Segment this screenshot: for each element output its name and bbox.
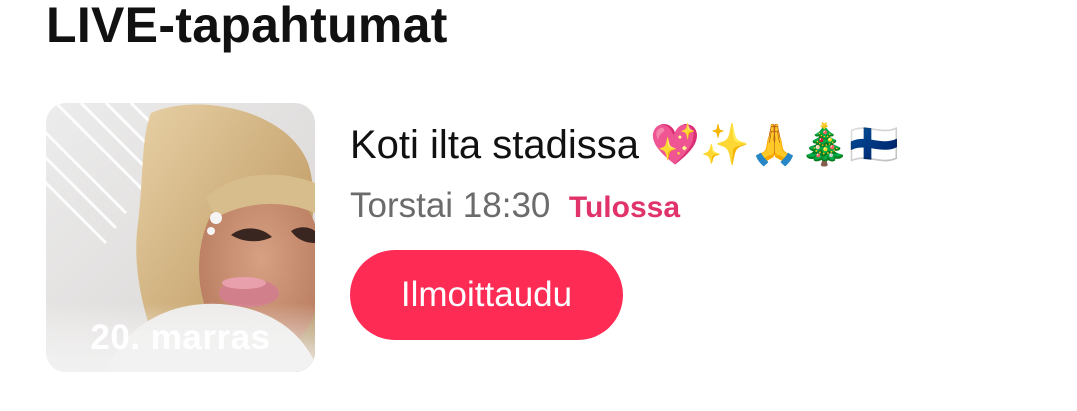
event-time: Torstai 18:30 <box>350 186 551 225</box>
event-meta: Torstai 18:30 Tulossa <box>350 186 680 226</box>
register-button[interactable]: Ilmoittaudu <box>350 250 623 340</box>
event-thumbnail[interactable]: 20. marras <box>46 103 315 372</box>
live-event-card[interactable]: 20. marras Koti ilta stadissa 💖✨🙏🎄🇫🇮 Tor… <box>46 103 1006 373</box>
live-events-page: LIVE-tapahtumat 20. marras Koti ilta sta… <box>0 0 1077 411</box>
event-title[interactable]: Koti ilta stadissa 💖✨🙏🎄🇫🇮 <box>350 121 899 168</box>
thumbnail-date-label: 20. marras <box>90 318 271 357</box>
section-title: LIVE-tapahtumat <box>46 0 448 53</box>
event-status-badge: Tulossa <box>568 191 680 224</box>
